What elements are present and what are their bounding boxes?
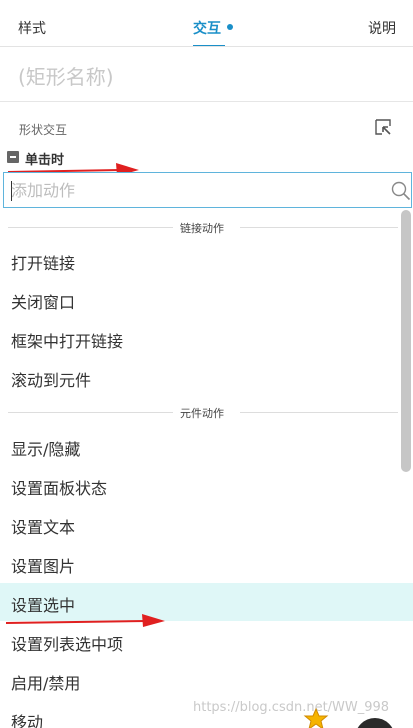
list-item-label: 设置图片 [11,557,76,576]
group-title: 链接动作 [180,222,224,235]
shape-name-field[interactable]: (矩形名称) [18,61,114,90]
section-divider [0,101,413,102]
list-item-label: 关闭窗口 [11,293,76,312]
list-item-label: 启用/禁用 [11,674,81,693]
list-item-show-hide[interactable]: 显示/隐藏 [0,427,413,465]
watermark-text: https://blog.csdn.net/WW_998 [193,700,390,715]
list-item-set-panel-state[interactable]: 设置面板状态 [0,466,413,504]
list-item-label: 设置面板状态 [11,479,108,498]
list-item-label: 打开链接 [11,254,76,273]
star-icon [303,708,329,728]
group-title: 元件动作 [180,407,224,420]
list-item-close-window[interactable]: 关闭窗口 [0,280,413,318]
list-item-label: 滚动到元件 [11,371,92,390]
annotation-arrow [5,614,165,627]
group-header-link-actions: 链接动作 [0,218,400,238]
group-divider [240,227,398,228]
list-scrollbar[interactable] [401,210,411,472]
list-item-label: 设置文本 [11,518,76,537]
group-divider [240,412,398,413]
list-item-label: 框架中打开链接 [11,332,124,351]
group-divider [8,227,173,228]
tab-styles[interactable]: 样式 [18,18,46,38]
list-item-open-link-in-frame[interactable]: 框架中打开链接 [0,319,413,357]
list-item-scroll-to-widget[interactable]: 滚动到元件 [0,358,413,396]
group-header-widget-actions: 元件动作 [0,403,400,423]
add-action-input[interactable] [11,179,371,201]
add-action-search-box[interactable] [3,172,412,208]
tab-interactions[interactable]: 交互 [193,18,221,38]
action-list: 链接动作 打开链接 关闭窗口 框架中打开链接 滚动到元件 元件动作 显示/隐藏 … [0,212,413,728]
list-item-label: 显示/隐藏 [11,440,81,459]
interaction-panel: 样式 交互 说明 (矩形名称) 形状交互 单击时 链接动作 打开链接 关闭窗 [0,0,413,728]
tab-active-dot-icon [227,24,233,30]
list-item-set-text[interactable]: 设置文本 [0,505,413,543]
section-label: 形状交互 [19,123,68,137]
search-icon[interactable] [391,181,411,201]
list-item-open-link[interactable]: 打开链接 [0,241,413,279]
group-divider [8,412,173,413]
tabs-divider [0,46,413,47]
panel-tabs: 样式 交互 说明 [0,0,413,54]
corner-select-icon[interactable] [373,117,393,137]
list-item-label: 移动 [11,713,44,728]
tab-notes[interactable]: 说明 [368,18,396,38]
list-item-enable-disable[interactable]: 启用/禁用 [0,661,413,699]
list-item-set-image[interactable]: 设置图片 [0,544,413,582]
list-item-label: 设置列表选中项 [11,635,124,654]
